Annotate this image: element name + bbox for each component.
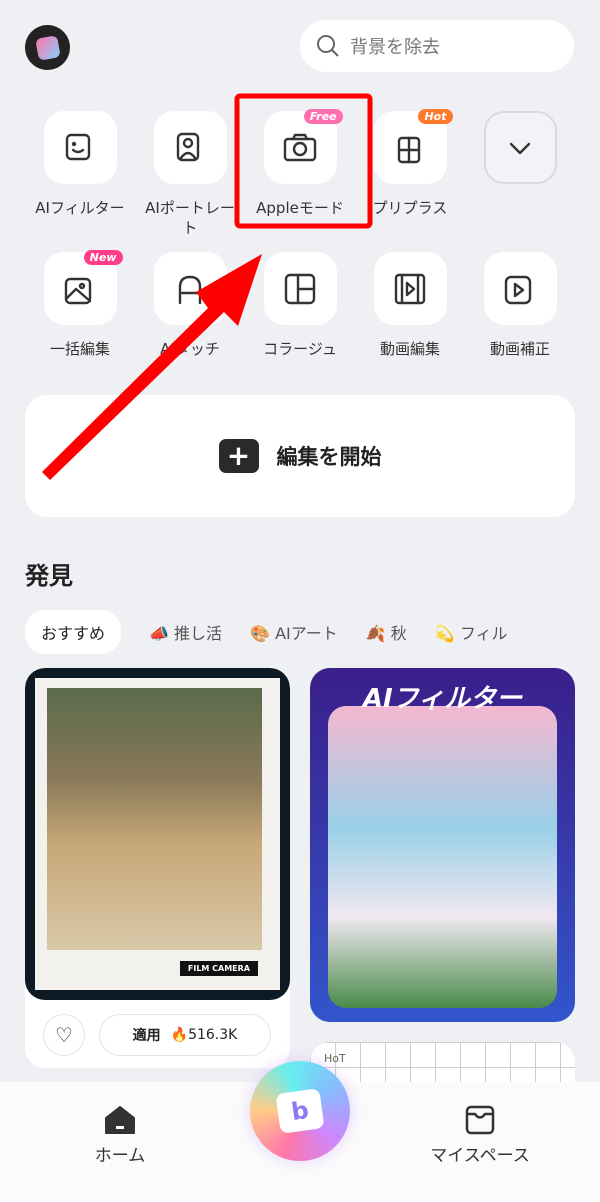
nav-home[interactable]: ホーム (80, 1104, 160, 1166)
tool-label: Appleモード (256, 199, 344, 217)
video-edit-icon (394, 273, 426, 304)
chip-emoji-icon: 🍂 (365, 624, 386, 643)
ai-touch-icon (178, 275, 202, 304)
category-chip[interactable]: 🍂 秋 (366, 620, 407, 644)
search-bar[interactable]: 背景を除去 (300, 20, 574, 72)
category-chip[interactable]: 📣 推し活 (149, 620, 222, 644)
tool-label: コラージュ (263, 340, 337, 358)
home-icon (105, 1106, 135, 1134)
camera-logo-icon: b (275, 1088, 325, 1134)
nav-myspace-label: マイスペース (430, 1146, 530, 1166)
camera-icon (283, 133, 317, 161)
tool-video-edit[interactable]: 動画編集 (360, 252, 460, 359)
search-icon (317, 35, 339, 57)
batch-image-icon (64, 277, 92, 304)
apply-label: 適用 (132, 1028, 161, 1044)
tool-video-ai[interactable]: 動画補正 (470, 252, 570, 359)
tool-camera[interactable]: Free Appleモード (250, 109, 350, 218)
collage-icon (284, 273, 316, 304)
film-photo (47, 688, 262, 950)
chip-emoji-icon: 💫 (434, 624, 455, 643)
heart-icon: ♡ (55, 1023, 73, 1047)
tool-label: プリプラス (372, 199, 448, 217)
search-placeholder: 背景を除去 (350, 37, 440, 58)
chip-emoji-icon: 📣 (149, 624, 169, 643)
plus-icon: + (218, 439, 259, 473)
grid-sparkle-icon (397, 136, 421, 163)
nav-myspace[interactable]: マイスペース (420, 1104, 540, 1166)
tool-badge: New (83, 250, 123, 265)
tool-grid-sparkle[interactable]: Hot プリプラス (360, 109, 460, 218)
video-ai-icon (504, 275, 532, 304)
inbox-icon (465, 1105, 495, 1135)
card-title: AIフィルター (362, 684, 523, 714)
category-chip[interactable]: おすすめ (25, 610, 122, 654)
chip-label: 秋 (390, 624, 407, 643)
template-card-ai-filter[interactable]: AIフィルター (310, 668, 575, 1022)
film-stamp: FILM CAMERA (179, 961, 258, 976)
anime-artwork (328, 706, 557, 1008)
tool-ai-filter[interactable]: AIフィルター (30, 111, 130, 218)
tool-label: 動画編集 (379, 340, 440, 358)
apply-button[interactable]: 適用 🔥516.3K (99, 1014, 271, 1056)
discover-title: 発見 (25, 562, 73, 590)
tool-label: 一括編集 (49, 340, 110, 358)
card-text: HoT (324, 1052, 346, 1065)
nav-home-label: ホーム (94, 1146, 146, 1166)
tool-label: AIフィルター (35, 199, 125, 217)
category-chip[interactable]: 🎨 AIアート (250, 620, 338, 644)
tool-label: 動画補正 (489, 340, 550, 358)
start-edit-button[interactable]: + 編集を開始 (25, 395, 575, 517)
uses-count: 🔥516.3K (170, 1027, 238, 1043)
chip-label: フィル (459, 624, 508, 643)
tool-label: AIタッチ (160, 340, 220, 358)
ai-portrait-icon (176, 132, 200, 161)
tool-chevron-down[interactable] (470, 111, 570, 184)
camera-fab-button[interactable]: b (250, 1061, 350, 1161)
like-button[interactable]: ♡ (43, 1014, 85, 1056)
chevron-down-icon (509, 142, 531, 154)
chip-emoji-icon: 🎨 (250, 624, 270, 643)
tool-label: AIポートレート (145, 199, 235, 237)
chip-label: 推し活 (174, 624, 223, 643)
chip-label: おすすめ (41, 624, 106, 643)
category-chips: おすすめ 📣 推し活 🎨 AIアート 🍂 秋 💫 フィル (25, 610, 508, 654)
tool-ai-touch[interactable]: AIタッチ (140, 252, 240, 359)
tool-collage[interactable]: コラージュ (250, 252, 350, 359)
tool-ai-portrait[interactable]: AIポートレート (140, 111, 240, 238)
template-card-film[interactable]: FILM CAMERA ♡ 適用 🔥516.3K (25, 668, 290, 1068)
app-logo[interactable] (25, 25, 70, 70)
tool-batch-image[interactable]: New 一括編集 (30, 250, 130, 359)
start-edit-label: 編集を開始 (276, 445, 382, 469)
tool-badge: Hot (418, 109, 453, 124)
tool-badge: Free (303, 109, 343, 124)
chip-label: AIアート (275, 624, 338, 643)
ai-filter-icon (65, 133, 91, 160)
category-chip[interactable]: 💫 フィル (435, 620, 508, 644)
